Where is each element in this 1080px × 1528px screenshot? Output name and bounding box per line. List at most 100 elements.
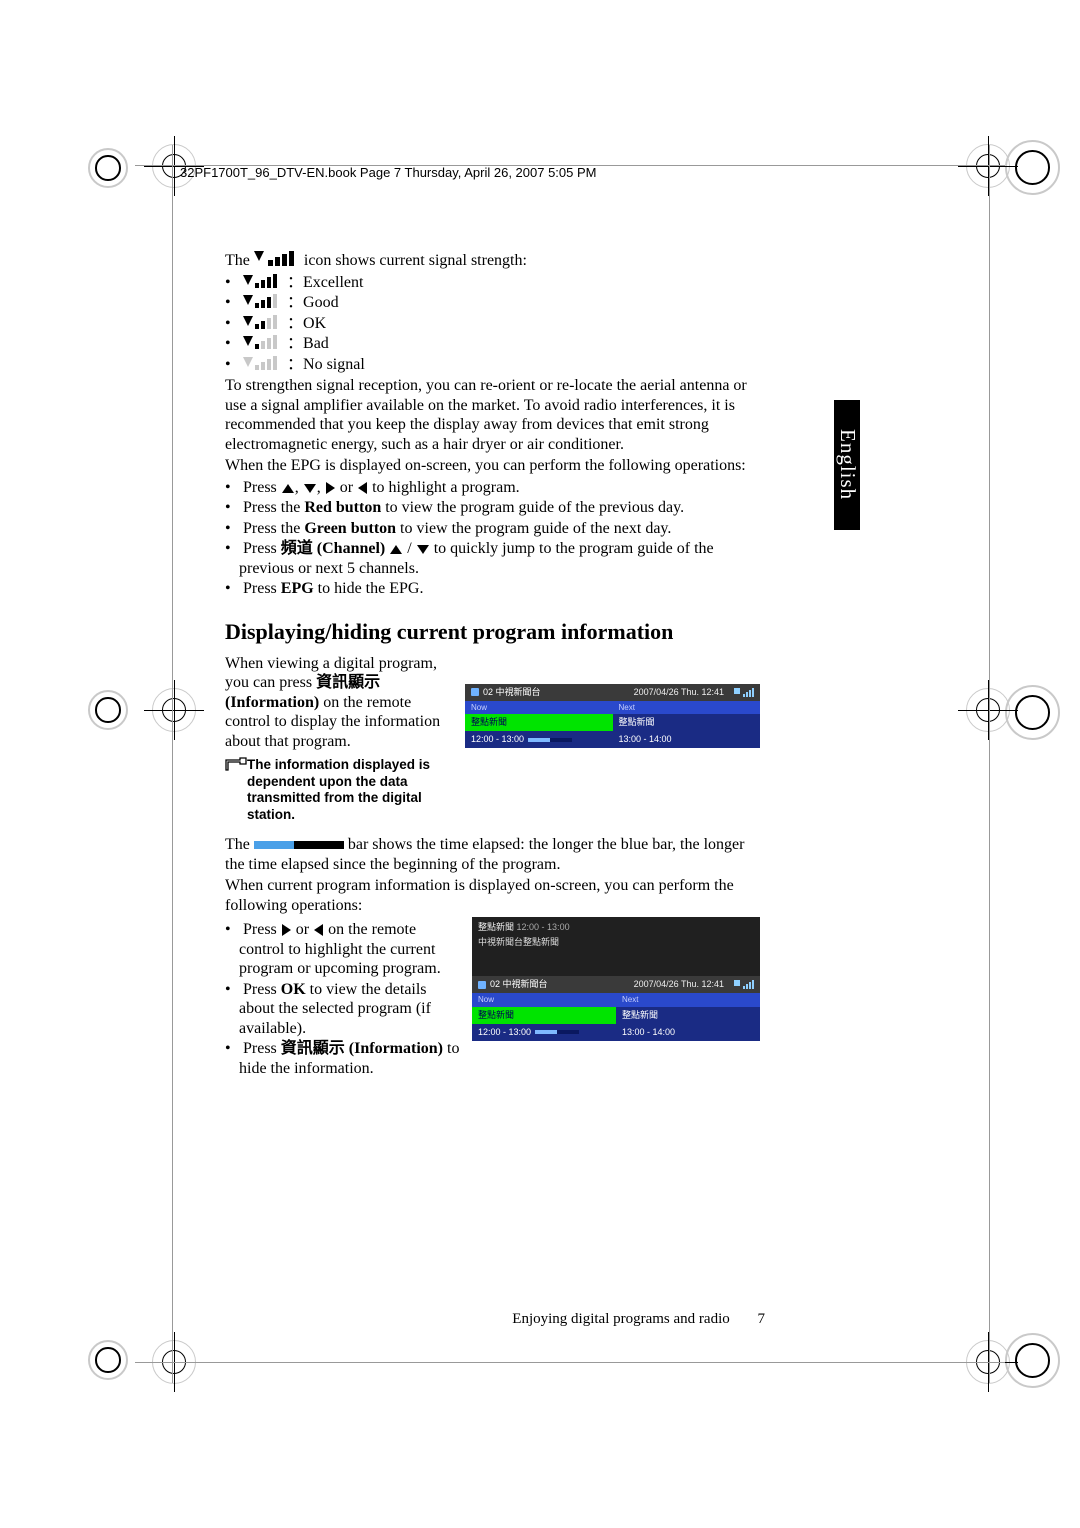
signal-intro: The icon shows current signal strength: [225,250,760,271]
osd-now-label: Now [465,701,613,715]
registration-mark [966,144,1010,188]
page-number: 7 [758,1311,766,1328]
page-footer: Enjoying digital programs and radio 7 [225,1311,765,1328]
osd-next-title: 整點新聞 [613,714,761,731]
crop-mark [88,690,128,730]
progress-bar-icon [254,841,344,849]
osd-detail-time: 12:00 - 13:00 [517,922,570,932]
osd-now-time: 12:00 - 13:00 [478,1027,531,1038]
arrow-right-icon [282,924,291,936]
text: Press [243,580,281,597]
text: to highlight a program. [372,479,520,496]
text: The [225,836,254,853]
arrow-down-icon [417,545,429,554]
osd-channel: 02 中視新聞台 [483,687,541,698]
text: Press the [243,520,304,537]
elapsed-bar-text: The bar shows the time elapsed: the long… [225,835,760,874]
frame-line [172,145,173,1383]
text: Red button [304,499,381,516]
osd-detail-title: 整點新聞 [478,922,514,932]
crop-mark [88,148,128,188]
text: Press [243,981,281,998]
osd-header: 02 中視新聞台 2007/04/26 Thu. 12:41 [472,976,760,993]
language-tab: English [834,400,860,530]
crop-mark [88,1340,128,1380]
list-item: Press 資訊顯示 (Information) to hide the inf… [225,1039,460,1078]
channel-chip-icon [471,688,479,696]
list-item: ：Excellent [225,273,760,293]
crop-mark [1005,140,1060,195]
text: to hide the EPG. [318,580,424,597]
text: 資訊顯示 (Information) [281,1040,443,1057]
text: The [225,252,254,269]
osd-titles: 整點新聞 整點新聞 [465,714,760,731]
osd-next-time: 13:00 - 14:00 [616,1024,760,1041]
osd-panel-1: 02 中視新聞台 2007/04/26 Thu. 12:41 Now Next … [465,684,760,749]
list-item: Press or on the remote control to highli… [225,920,460,979]
text: Good [303,294,339,311]
progress-bar [528,738,572,742]
osd-now-title: 整點新聞 [472,1007,616,1024]
osd-detail-line2: 中視新聞台整點新聞 [478,936,754,949]
arrow-up-icon [390,545,402,554]
osd-labels: Now Next [472,993,760,1007]
frame-line [135,1362,1005,1363]
osd-next-time: 13:00 - 14:00 [613,731,761,748]
channel-chip-icon [478,981,486,989]
signal-icon [243,356,283,370]
text: Excellent [303,274,363,291]
note-icon [225,757,247,773]
osd-now-time-cell: 12:00 - 13:00 [465,731,613,748]
note: The information displayed is dependent u… [225,757,453,823]
osd-titles: 整點新聞 整點新聞 [472,1007,760,1024]
text: OK [303,315,326,332]
registration-mark [152,688,196,732]
epg-intro: When the EPG is displayed on-screen, you… [225,456,760,476]
list-item: Press , , or to highlight a program. [225,478,760,498]
text: to view the program guide of the next da… [400,520,671,537]
osd-labels: Now Next [465,701,760,715]
text: Press [243,921,281,938]
info-p3: When current program information is disp… [225,876,760,915]
osd-next-label: Next [616,993,760,1007]
text: EPG [281,580,314,597]
text: Press [243,479,281,496]
content-area: The icon shows current signal strength: … [225,250,760,1081]
epg-ops-list: Press , , or to highlight a program. Pre… [225,478,760,599]
osd-header: 02 中視新聞台 2007/04/26 Thu. 12:41 [465,684,760,701]
list-item: ：No signal [225,355,760,375]
osd-now-title: 整點新聞 [465,714,613,731]
book-header: 32PF1700T_96_DTV-EN.book Page 7 Thursday… [180,165,597,180]
info-row-2: Press or on the remote control to highli… [225,917,760,1081]
list-item: ：OK [225,314,760,334]
text: Press [243,1040,281,1057]
list-item: Press 頻道 (Channel) / to quickly jump to … [225,539,760,578]
signal-icon [243,315,283,329]
osd-times: 12:00 - 13:00 13:00 - 14:00 [465,731,760,748]
text: Press [243,540,281,557]
arrow-left-icon [314,924,323,936]
signal-icon [734,980,754,989]
registration-mark [966,688,1010,732]
text: OK [281,981,306,998]
section-heading: Displaying/hiding current program inform… [225,619,760,646]
footer-text: Enjoying digital programs and radio [512,1311,729,1327]
info-p1: When viewing a digital program, you can … [225,654,453,752]
osd-next-title: 整點新聞 [616,1007,760,1024]
osd-detail-top: 整點新聞 12:00 - 13:00 中視新聞台整點新聞 [472,917,760,976]
osd-datetime: 2007/04/26 Thu. 12:41 [634,979,724,990]
arrow-right-icon [326,482,335,494]
page: 32PF1700T_96_DTV-EN.book Page 7 Thursday… [0,0,1080,1528]
arrow-left-icon [358,482,367,494]
osd-next-label: Next [613,701,761,715]
signal-levels-list: ：Excellent ：Good ：OK ：Bad ：No signal [225,273,760,375]
osd-now-label: Now [472,993,616,1007]
info-row-1: When viewing a digital program, you can … [225,654,760,829]
osd-now-time-cell: 12:00 - 13:00 [472,1024,616,1041]
osd-times: 12:00 - 13:00 13:00 - 14:00 [472,1024,760,1041]
progress-bar [535,1030,579,1034]
signal-icon [254,250,300,266]
signal-icon [243,294,283,308]
text: The information displayed is dependent u… [247,757,453,823]
list-item: Press OK to view the details about the s… [225,980,460,1039]
